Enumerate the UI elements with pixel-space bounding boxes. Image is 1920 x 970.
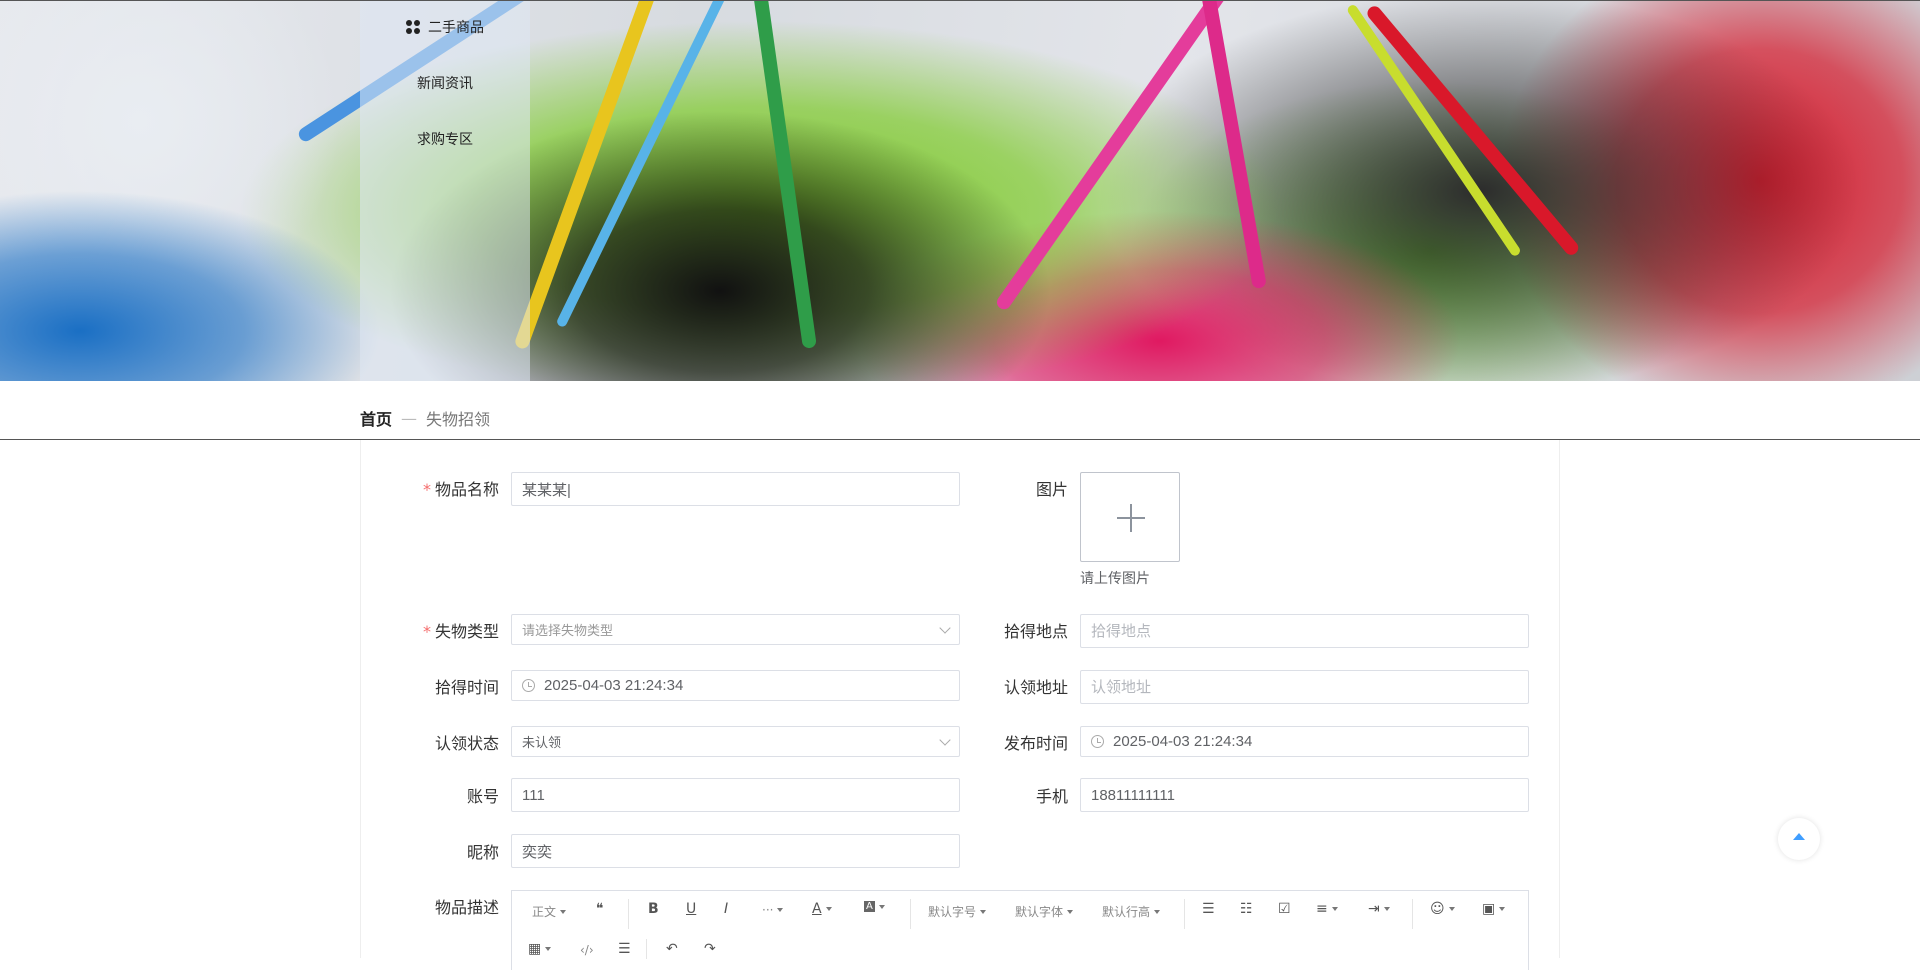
publish-time-picker[interactable]: 2025-04-03 21:24:34 [1080, 726, 1529, 757]
clock-icon [1091, 735, 1104, 748]
phone-input[interactable] [1080, 778, 1529, 812]
sidebar-item-news[interactable]: 新闻资讯 [360, 71, 530, 95]
account-field[interactable] [522, 786, 949, 804]
underline-icon[interactable]: U [686, 901, 696, 917]
lost-type-select[interactable]: 请选择失物类型 [511, 614, 960, 645]
breadcrumb-home[interactable]: 首页 [360, 406, 392, 430]
indent-icon: ⇥ [1368, 901, 1380, 917]
italic-icon[interactable]: I [724, 901, 728, 917]
toolbar-divider [1412, 899, 1413, 929]
align-icon: ≡ [1316, 901, 1328, 917]
breadcrumb-separator: — [401, 408, 418, 428]
sidebar-item-second-hand[interactable]: 二手商品 [360, 15, 530, 39]
bold-icon[interactable]: B [648, 901, 659, 917]
sidebar-item-label: 求购专区 [417, 132, 473, 148]
toolbar-divider [1184, 899, 1185, 929]
nickname-input[interactable] [511, 834, 960, 868]
table-dropdown[interactable]: ▦ [528, 941, 552, 957]
description-label: 物品描述 [434, 898, 499, 917]
bg-color-icon: A [864, 901, 875, 912]
nickname-label: 昵称 [466, 843, 499, 862]
account-input[interactable] [511, 778, 960, 812]
strap-shape [513, 1, 664, 351]
code-icon[interactable]: ‹/› [580, 943, 594, 957]
font-family-dropdown[interactable]: 默认字体 [1015, 903, 1074, 920]
image-upload-button[interactable] [1080, 472, 1180, 562]
item-name-field[interactable] [522, 480, 949, 498]
lost-type-label: * 失物类型 [422, 622, 499, 641]
account-label: 账号 [466, 787, 499, 806]
breadcrumb-current: 失物招领 [426, 410, 491, 429]
claim-address-field[interactable] [1091, 678, 1518, 696]
toolbar-divider [646, 939, 647, 959]
banner-image: 二手商品 新闻资讯 求购专区 [0, 0, 1920, 381]
nickname-field[interactable] [522, 842, 949, 860]
lost-type-placeholder: 请选择失物类型 [522, 623, 614, 638]
phone-label: 手机 [1035, 787, 1068, 806]
sidebar-item-purchase[interactable]: 求购专区 [360, 127, 530, 151]
publish-time-value: 2025-04-03 21:24:34 [1113, 733, 1253, 750]
rich-text-editor: 正文 ❝ B U I ··· A A 默认字号 默认字体 默认行高 ☰ ☷ ☑ … [511, 890, 1529, 970]
todo-icon[interactable]: ☑ [1278, 901, 1291, 917]
back-to-top-button[interactable] [1778, 818, 1820, 860]
claim-status-value: 未认领 [522, 735, 562, 750]
found-place-label: 拾得地点 [1003, 622, 1068, 641]
found-place-field[interactable] [1091, 622, 1518, 640]
claim-status-label: 认领状态 [434, 734, 499, 753]
undo-icon[interactable]: ↶ [666, 941, 678, 957]
strap-shape [1201, 1, 1267, 290]
found-time-label: 拾得时间 [434, 678, 499, 697]
item-name-label: * 物品名称 [422, 480, 499, 499]
found-place-input[interactable] [1080, 614, 1529, 648]
font-color-dropdown[interactable]: A [812, 901, 832, 917]
paragraph-dropdown[interactable]: 正文 [532, 903, 567, 920]
sidebar: 二手商品 新闻资讯 求购专区 [360, 1, 530, 381]
clock-icon [522, 679, 535, 692]
sidebar-item-label: 二手商品 [428, 20, 484, 36]
table-icon: ▦ [528, 941, 542, 957]
upload-tip: 请上传图片 [1080, 571, 1150, 587]
font-color-icon: A [812, 901, 822, 917]
align-dropdown[interactable]: ≡ [1316, 901, 1338, 917]
line-height-dropdown[interactable]: 默认行高 [1102, 903, 1161, 920]
item-name-input[interactable] [511, 472, 960, 506]
strap-shape [752, 1, 817, 349]
font-size-dropdown[interactable]: 默认字号 [928, 903, 987, 920]
emoji-dropdown[interactable]: ☺ [1430, 901, 1455, 917]
sidebar-item-label: 新闻资讯 [417, 76, 473, 92]
strap-shape [1345, 3, 1522, 258]
claim-status-select[interactable]: 未认领 [511, 726, 960, 757]
image-icon: ▣ [1482, 901, 1496, 917]
image-dropdown[interactable]: ▣ [1482, 901, 1506, 917]
breadcrumb: 首页 — 失物招领 [360, 406, 490, 430]
bg-color-dropdown[interactable]: A [864, 901, 885, 912]
emoji-icon: ☺ [1430, 901, 1445, 917]
phone-field[interactable] [1091, 786, 1518, 804]
redo-icon[interactable]: ↷ [704, 941, 716, 957]
indent-dropdown[interactable]: ⇥ [1368, 901, 1390, 917]
numbered-list-icon[interactable]: ☷ [1240, 901, 1253, 917]
found-time-value: 2025-04-03 21:24:34 [544, 677, 684, 694]
strap-shape [1364, 3, 1582, 258]
claim-address-label: 认领地址 [1003, 678, 1068, 697]
found-time-picker[interactable]: 2025-04-03 21:24:34 [511, 670, 960, 701]
grid-dots-icon [406, 20, 420, 34]
publish-time-label: 发布时间 [1003, 734, 1068, 753]
toolbar-divider [628, 899, 629, 929]
quote-icon[interactable]: ❝ [596, 901, 604, 917]
strap-shape [994, 1, 1236, 313]
claim-address-input[interactable] [1080, 670, 1529, 704]
toolbar-divider [910, 899, 911, 929]
divider-icon[interactable]: ☰ [618, 941, 631, 957]
more-style-dropdown[interactable]: ··· [762, 903, 784, 917]
bullet-list-icon[interactable]: ☰ [1202, 901, 1215, 917]
image-label: 图片 [1035, 480, 1068, 499]
